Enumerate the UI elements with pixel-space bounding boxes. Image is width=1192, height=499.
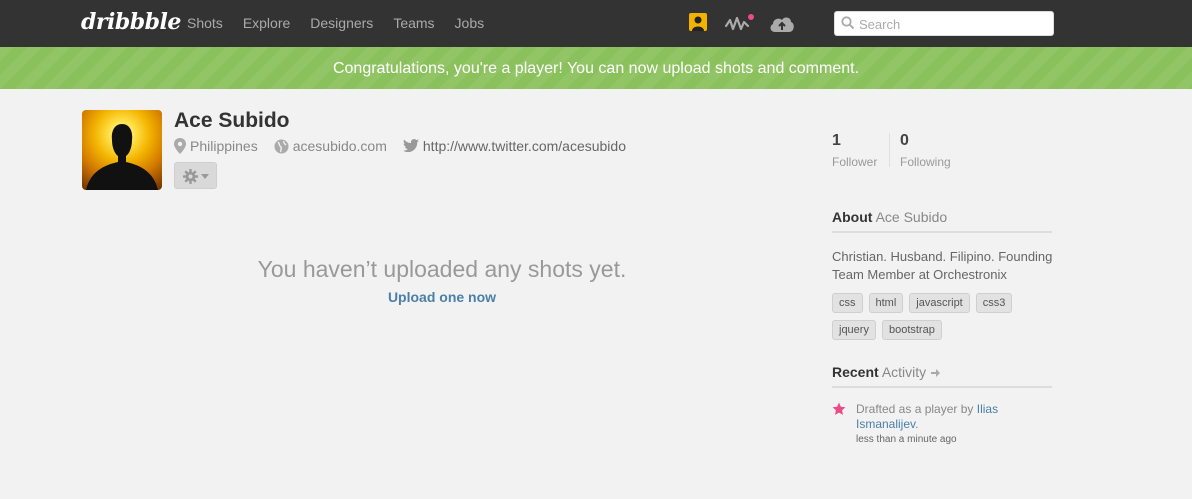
- recent-heading-light: Activity: [881, 364, 927, 380]
- chevron-down-icon: [201, 174, 209, 179]
- tag-bootstrap[interactable]: bootstrap: [881, 320, 942, 340]
- followers-label: Follower: [832, 155, 878, 169]
- location-text: Philippines: [190, 138, 258, 154]
- main-nav: Shots Explore Designers Teams Jobs: [187, 15, 504, 31]
- globe-icon: [274, 139, 289, 153]
- recent-activity-heading[interactable]: Recent Activity: [832, 364, 1052, 388]
- top-navbar: dribbble Shots Explore Designers Teams J…: [0, 0, 1192, 47]
- nav-jobs[interactable]: Jobs: [455, 15, 485, 31]
- website[interactable]: acesubido.com: [274, 138, 387, 154]
- search-icon: [841, 16, 855, 35]
- search-input[interactable]: [859, 15, 1045, 33]
- following-count: 0: [900, 132, 909, 149]
- activity-prefix: Drafted as a player by: [856, 402, 974, 416]
- congrats-banner: Congratulations, you're a player! You ca…: [0, 47, 1192, 89]
- activity-time: less than a minute ago: [856, 434, 957, 445]
- nav-designers[interactable]: Designers: [310, 15, 373, 31]
- gear-icon: [183, 169, 198, 184]
- stat-divider: [889, 133, 890, 167]
- upload-shot-link[interactable]: Upload one now: [0, 289, 884, 305]
- profile-name: Ace Subido: [174, 109, 290, 132]
- nav-teams[interactable]: Teams: [393, 15, 434, 31]
- following-stat[interactable]: 0 Following: [900, 132, 951, 169]
- profile-avatar: [82, 110, 162, 190]
- skill-tags: css html javascript css3 jquery bootstra…: [832, 293, 1054, 347]
- activity-text: Drafted as a player by Ilias Ismanalijev…: [856, 402, 1052, 432]
- dribbble-logo[interactable]: dribbble: [81, 9, 181, 35]
- search-box[interactable]: [834, 11, 1054, 36]
- tag-jquery[interactable]: jquery: [832, 320, 876, 340]
- star-icon: [832, 402, 846, 421]
- following-label: Following: [900, 155, 951, 169]
- location-pin-icon: [174, 138, 186, 154]
- about-heading: About Ace Subido: [832, 209, 1052, 233]
- profile-bio: Christian. Husband. Filipino. Founding T…: [832, 249, 1053, 282]
- tag-css[interactable]: css: [832, 293, 863, 313]
- settings-dropdown-button[interactable]: [174, 162, 217, 189]
- followers-count: 1: [832, 132, 841, 149]
- about-heading-bold: About: [832, 209, 873, 225]
- profile-meta: Philippines acesubido.com http://www.twi…: [174, 138, 642, 154]
- tag-html[interactable]: html: [868, 293, 904, 313]
- nav-explore[interactable]: Explore: [243, 15, 290, 31]
- recent-heading-bold: Recent: [832, 364, 879, 380]
- tag-javascript[interactable]: javascript: [909, 293, 970, 313]
- location: Philippines: [174, 138, 258, 154]
- twitter-icon: [402, 139, 419, 153]
- followers-stat[interactable]: 1 Follower: [832, 132, 877, 169]
- arrow-right-icon: [931, 369, 941, 377]
- twitter-link[interactable]: http://www.twitter.com/acesubido: [423, 138, 626, 154]
- tag-css3[interactable]: css3: [975, 293, 1013, 313]
- activity-icon[interactable]: [724, 14, 755, 39]
- empty-shots-title: You haven’t uploaded any shots yet.: [257, 256, 627, 282]
- activity-suffix: .: [915, 417, 919, 431]
- website-link[interactable]: acesubido.com: [293, 138, 387, 154]
- about-heading-name: Ace Subido: [875, 209, 948, 225]
- upload-cloud-icon[interactable]: [768, 14, 796, 39]
- nav-shots[interactable]: Shots: [187, 15, 223, 31]
- user-avatar-icon[interactable]: [689, 13, 707, 36]
- twitter[interactable]: http://www.twitter.com/acesubido: [402, 138, 626, 154]
